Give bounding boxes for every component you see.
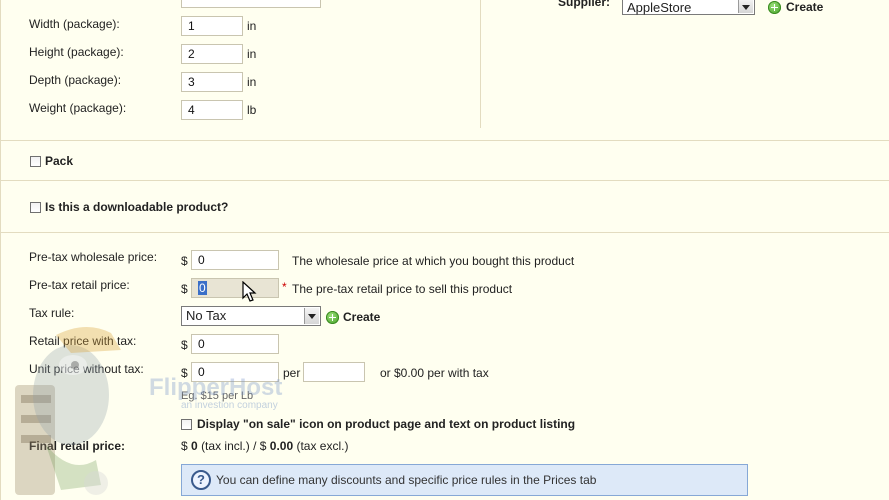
create-tax-link[interactable]: Create — [343, 310, 380, 324]
watermark-brand: FlipperHost — [149, 374, 283, 401]
tax-rule-label: Tax rule: — [29, 306, 75, 320]
top-partial-input[interactable] — [181, 0, 321, 8]
width-input[interactable]: 1 — [181, 16, 243, 36]
weight-input[interactable]: 4 — [181, 100, 243, 120]
chevron-down-icon[interactable] — [738, 0, 753, 13]
height-label: Height (package): — [29, 45, 124, 59]
retail-currency: $ — [181, 282, 188, 296]
retail-label: Pre-tax retail price: — [29, 278, 130, 292]
retail-required-star: * — [282, 280, 287, 294]
unit-per-input[interactable] — [303, 362, 365, 382]
divider-2 — [1, 180, 889, 181]
retail-value: 0 — [198, 281, 207, 295]
info-text: You can define many discounts and specif… — [216, 473, 597, 487]
divider-3 — [1, 232, 889, 233]
downloadable-label: Is this a downloadable product? — [45, 200, 229, 214]
width-label: Width (package): — [29, 17, 120, 31]
mouse-cursor-icon — [242, 281, 257, 302]
downloadable-checkbox[interactable] — [30, 202, 41, 213]
tax-rule-selected: No Tax — [186, 308, 227, 323]
height-unit: in — [247, 47, 257, 61]
width-unit: in — [247, 19, 257, 33]
retail-tax-currency: $ — [181, 338, 188, 352]
weight-unit: lb — [247, 103, 257, 117]
wholesale-hint: The wholesale price at which you bought … — [292, 254, 575, 268]
mascot-logo — [15, 326, 121, 495]
retail-input[interactable]: 0 — [191, 278, 279, 298]
info-box: ? You can define many discounts and spec… — [181, 464, 748, 496]
wholesale-input[interactable]: 0 — [191, 250, 279, 270]
retail-tax-input[interactable]: 0 — [191, 334, 279, 354]
pack-label: Pack — [45, 154, 74, 168]
column-divider — [480, 0, 481, 128]
height-input[interactable]: 2 — [181, 44, 243, 64]
final-excl-value: 0.00 — [269, 439, 294, 453]
create-tax-icon[interactable] — [326, 311, 339, 324]
final-prefix: $ — [181, 439, 188, 453]
supplier-select[interactable]: AppleStore — [622, 0, 755, 15]
weight-label: Weight (package): — [29, 101, 127, 115]
create-supplier-icon[interactable] — [768, 1, 781, 14]
tax-rule-select[interactable]: No Tax — [181, 306, 321, 326]
depth-unit: in — [247, 75, 257, 89]
final-incl-value: 0 — [191, 439, 198, 453]
question-icon: ? — [191, 470, 211, 490]
on-sale-label: Display "on sale" icon on product page a… — [197, 417, 576, 431]
create-supplier-link[interactable]: Create — [786, 0, 823, 14]
depth-label: Depth (package): — [29, 73, 122, 87]
depth-input[interactable]: 3 — [181, 72, 243, 92]
final-incl-text: (tax incl.) / $ — [201, 439, 267, 453]
divider-1 — [1, 140, 889, 141]
retail-hint: The pre-tax retail price to sell this pr… — [292, 282, 513, 296]
on-sale-checkbox[interactable] — [181, 419, 192, 430]
final-price-value: $ 0 (tax incl.) / $ 0.00 (tax excl.) — [181, 439, 348, 453]
pack-checkbox[interactable] — [30, 156, 41, 167]
chevron-down-icon[interactable] — [304, 308, 319, 324]
supplier-label: Supplier: — [558, 0, 611, 9]
unit-per-label: per — [283, 366, 301, 380]
wholesale-label: Pre-tax wholesale price: — [29, 250, 158, 264]
final-excl-text: (tax excl.) — [296, 439, 349, 453]
wholesale-currency: $ — [181, 254, 188, 268]
watermark-tagline: an investion company — [181, 400, 278, 411]
product-form-panel: Width (package): 1 in Height (package): … — [0, 0, 889, 500]
supplier-selected: AppleStore — [627, 0, 692, 15]
unit-with-tax-text: or $0.00 per with tax — [380, 366, 489, 380]
